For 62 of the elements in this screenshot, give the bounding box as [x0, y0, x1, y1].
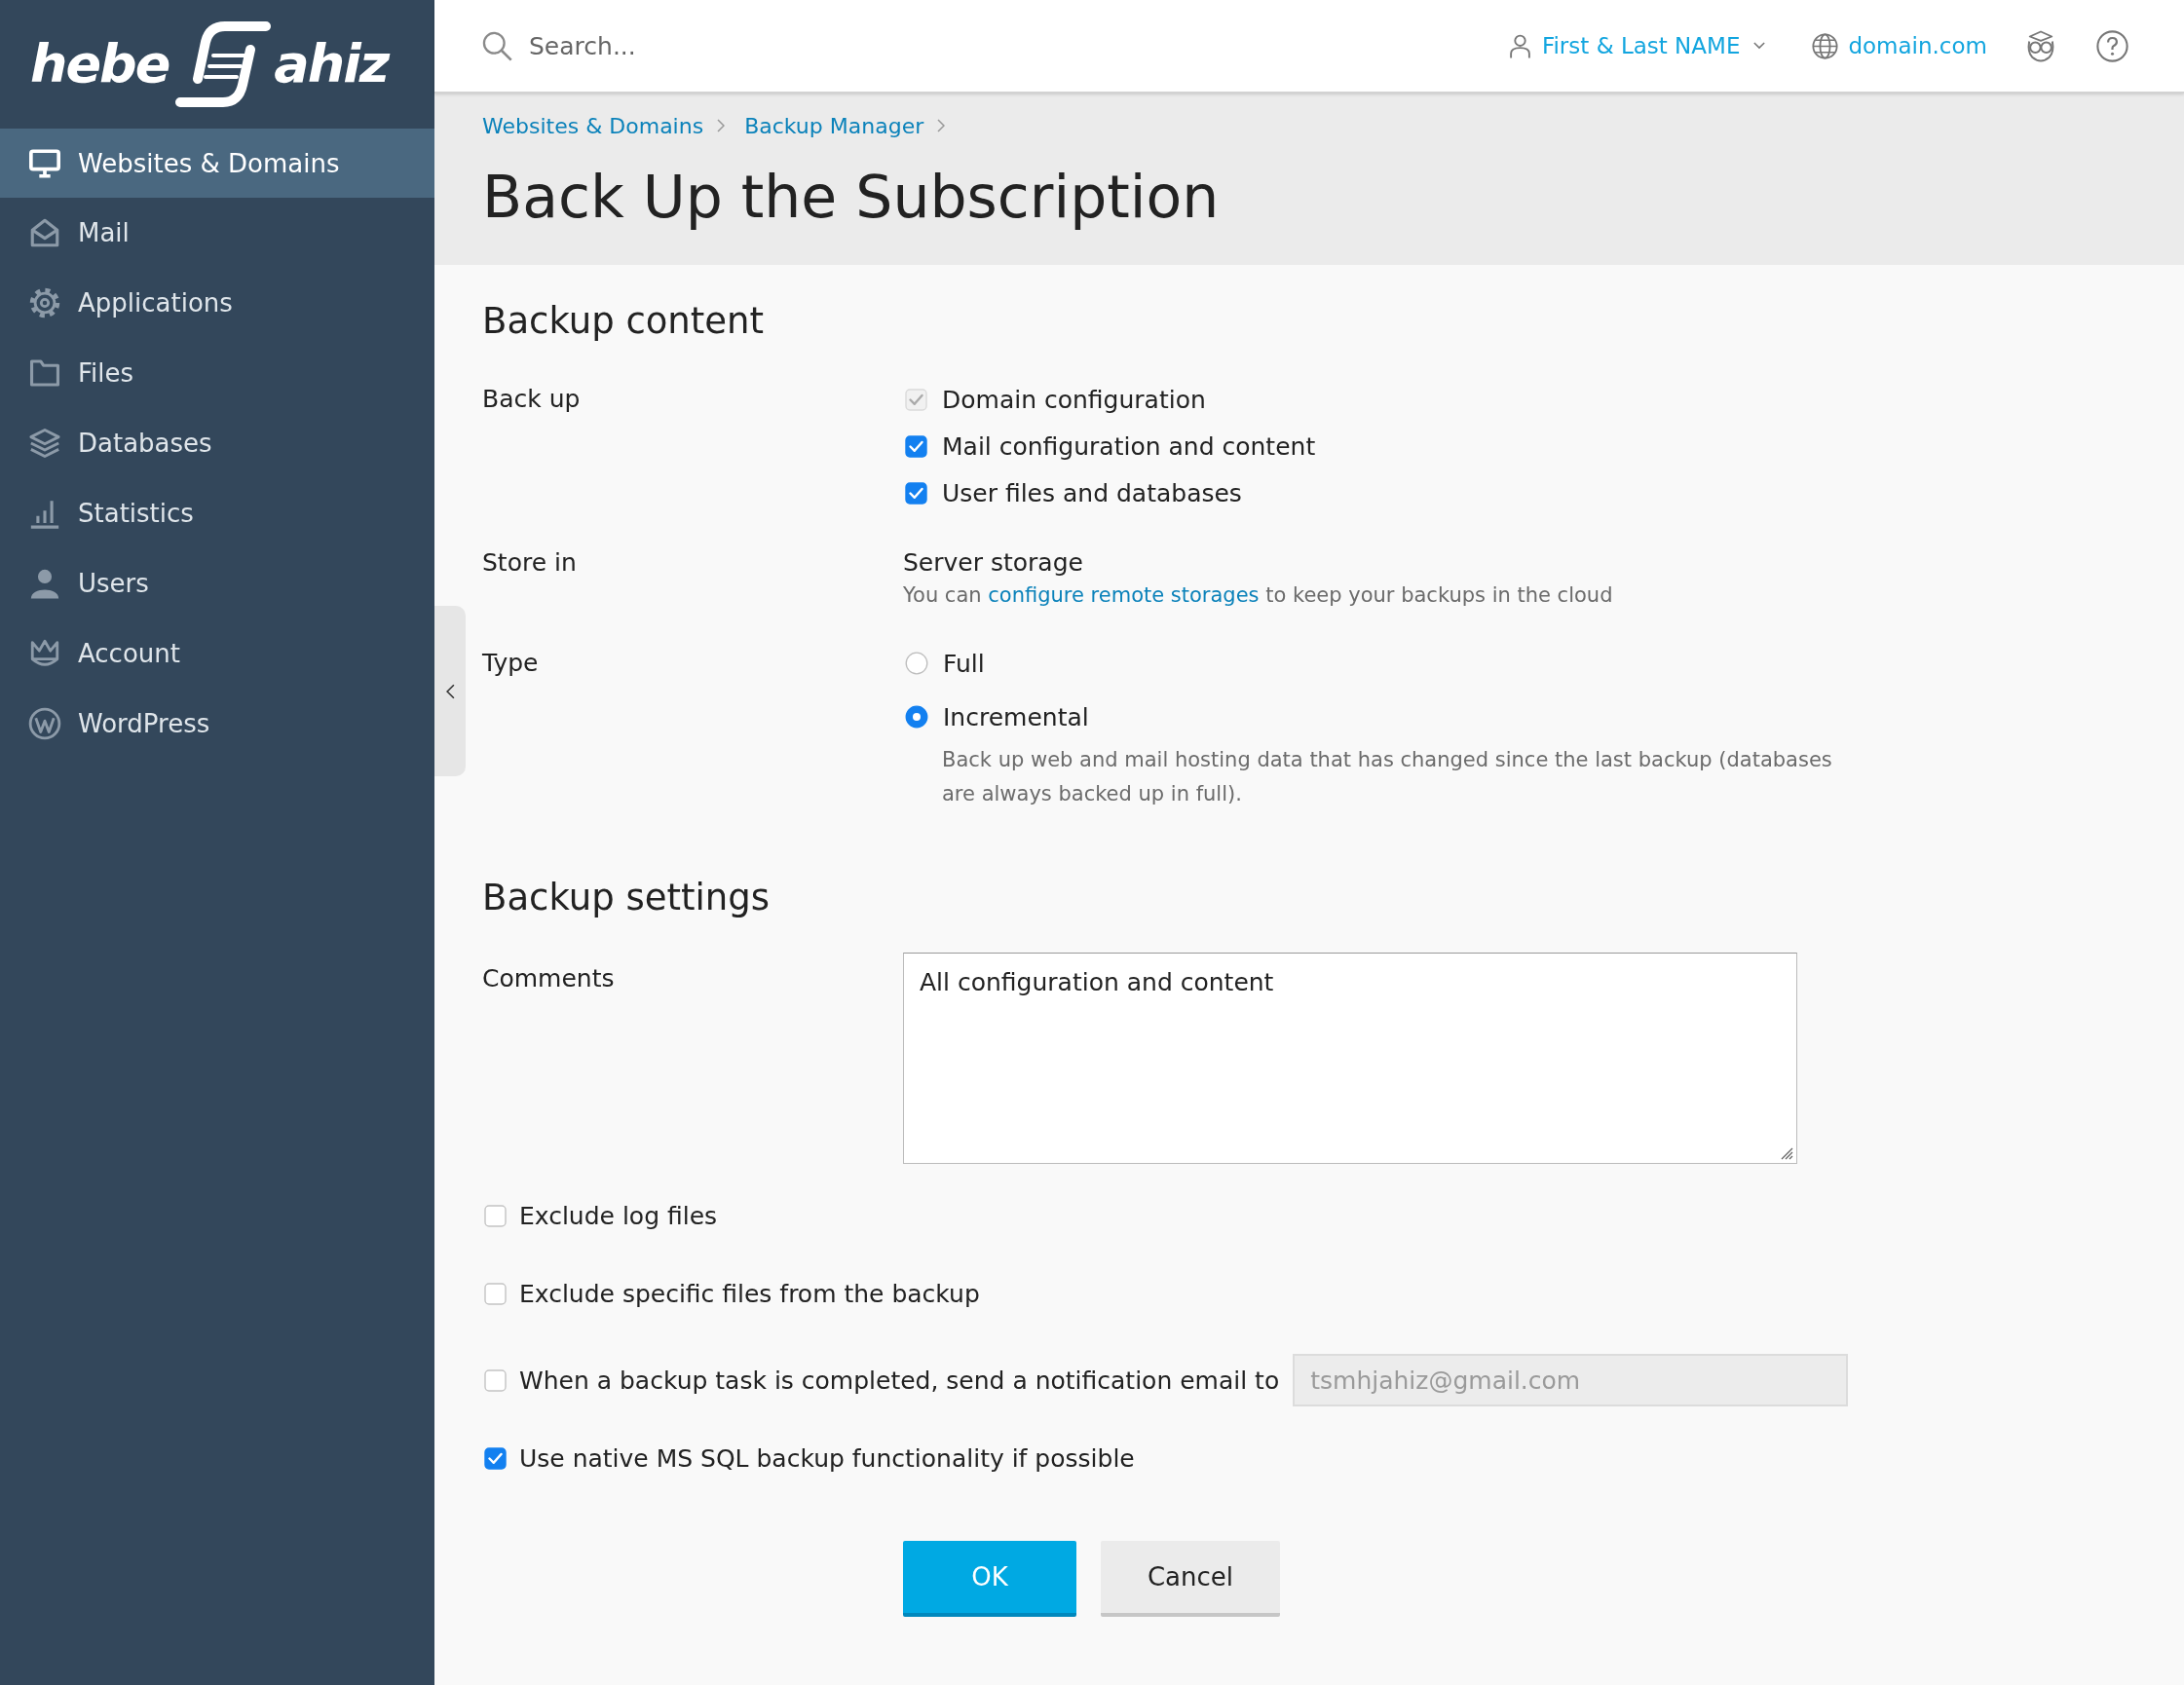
breadcrumb-link[interactable]: Backup Manager: [744, 113, 924, 138]
checkbox[interactable]: [905, 481, 927, 505]
radio-label: Full: [943, 649, 985, 678]
checkbox[interactable]: [484, 1368, 507, 1392]
field-label: Store in: [482, 547, 578, 579]
radio-button[interactable]: [905, 705, 928, 729]
user-icon: [1509, 33, 1530, 58]
chevron-right-icon: [717, 119, 726, 132]
checkbox-label: Mail configuration and content: [942, 431, 1316, 461]
sidebar-item[interactable]: Statistics: [0, 478, 434, 548]
field-label: Back up: [482, 384, 582, 415]
sidebar-item[interactable]: Websites & Domains: [0, 129, 434, 198]
user-icon: [28, 567, 61, 600]
chevron-right-icon: [937, 119, 946, 132]
search-field[interactable]: Search...: [529, 24, 1113, 67]
monitor-icon: [28, 146, 61, 180]
storage-hint: You can configure remote storages to keep your backups in the cloud: [903, 582, 1614, 609]
logo-text: hebe: [30, 38, 169, 91]
radio-button[interactable]: [905, 652, 928, 675]
checkbox-label: Exclude log files: [519, 1201, 718, 1230]
checkbox-label: Exclude specific files from the backup: [519, 1279, 980, 1308]
field-label: Comments: [482, 963, 616, 994]
section-heading: Backup settings: [482, 877, 771, 919]
checkbox[interactable]: [484, 1204, 507, 1227]
storage-value: Server storage: [903, 547, 1084, 579]
chevron-left-icon: [445, 683, 455, 699]
owl-icon[interactable]: [2026, 29, 2055, 62]
caret-icon: [1753, 42, 1766, 50]
page-title: Back Up the Subscription: [482, 162, 1221, 232]
field-label: Type: [482, 648, 540, 679]
logo-text: ahiz: [274, 38, 389, 91]
logo-mark-icon: [174, 20, 273, 108]
sidebar-item[interactable]: Users: [0, 548, 434, 618]
breadcrumb-link[interactable]: Websites & Domains: [482, 113, 704, 138]
folder-icon: [28, 356, 61, 390]
radio-label: Incremental: [943, 702, 1089, 731]
comments-field[interactable]: All configuration and content: [903, 953, 1797, 1164]
sidebar-item[interactable]: Files: [0, 338, 434, 408]
section-heading: Backup content: [482, 300, 766, 343]
sidebar-item[interactable]: Applications: [0, 268, 434, 338]
configure-storage-link[interactable]: configure remote storages: [988, 583, 1260, 607]
envelope-icon: [28, 216, 61, 249]
sidebar-item[interactable]: Databases: [0, 408, 434, 478]
layers-icon: [28, 427, 61, 460]
sidebar-item[interactable]: WordPress: [0, 689, 434, 759]
checkbox-label: Use native MS SQL backup functionality if possible: [519, 1443, 1135, 1473]
checkbox[interactable]: [484, 1446, 507, 1470]
search-icon: [482, 30, 512, 61]
help-icon[interactable]: [2096, 29, 2128, 62]
w-logo-icon: [28, 707, 61, 740]
checkbox-label: Domain configuration: [942, 385, 1206, 414]
cancel-button[interactable]: Cancel: [1101, 1541, 1280, 1617]
checkbox-label: User files and databases: [942, 478, 1242, 507]
checkbox[interactable]: [905, 434, 927, 458]
gear-icon: [28, 286, 61, 319]
sidebar-collapse-handle[interactable]: [434, 606, 466, 776]
sidebar-item[interactable]: Mail: [0, 198, 434, 268]
checkbox-label: When a backup task is completed, send a notification email to: [519, 1366, 1280, 1395]
globe-icon: [1812, 32, 1839, 59]
option-description: Back up web and mail hosting data that has changed since the last backup (databases are always backed up in full).: [942, 747, 1833, 807]
checkbox[interactable]: [484, 1282, 507, 1305]
sidebar-item[interactable]: Account: [0, 618, 434, 689]
